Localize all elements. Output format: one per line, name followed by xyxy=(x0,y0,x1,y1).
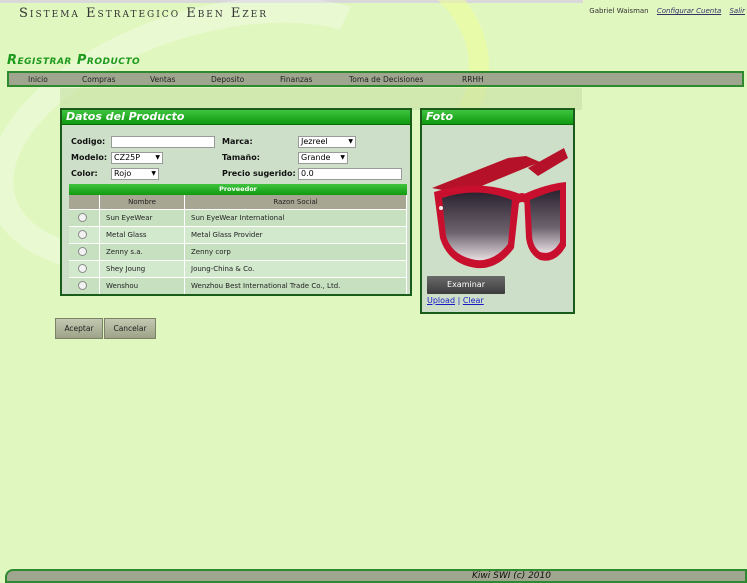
product-photo xyxy=(432,148,568,269)
cell-razon-social: Wenzhou Best International Trade Co., Lt… xyxy=(184,277,407,294)
nav-item-inicio[interactable]: Inicio xyxy=(28,75,48,84)
proveedor-grid-title: Proveedor xyxy=(69,184,407,195)
color-select[interactable]: Rojo ▼ xyxy=(111,168,159,180)
table-row[interactable]: Zenny s.a. Zenny corp xyxy=(69,243,407,261)
modelo-value: CZ25P xyxy=(114,153,141,162)
tamano-select[interactable]: Grande ▼ xyxy=(298,152,348,164)
cancel-button[interactable]: Cancelar xyxy=(104,318,156,339)
column-header-nombre: Nombre xyxy=(99,195,185,210)
logout-link[interactable]: Salir xyxy=(729,7,745,15)
content-backdrop xyxy=(60,88,582,110)
color-label: Color: xyxy=(71,169,98,178)
row-radio-cell[interactable] xyxy=(69,243,100,261)
select-column-header xyxy=(69,195,100,210)
radio-button[interactable] xyxy=(78,212,87,222)
nav-item-ventas[interactable]: Ventas xyxy=(150,75,175,84)
cell-razon-social: Sun EyeWear International xyxy=(184,209,407,227)
row-radio-cell[interactable] xyxy=(69,226,100,244)
table-row[interactable]: Sun EyeWear Sun EyeWear International xyxy=(69,209,407,227)
marca-select[interactable]: Jezreel ▼ xyxy=(298,136,356,148)
precio-input[interactable]: 0.0 xyxy=(298,168,402,180)
accept-button[interactable]: Aceptar xyxy=(55,318,103,339)
main-nav: Inicio Compras Ventas Deposito Finanzas … xyxy=(7,71,744,87)
table-row[interactable]: Shey Joung Joung-China & Co. xyxy=(69,260,407,278)
table-row[interactable]: Metal Glass Metal Glass Provider xyxy=(69,226,407,244)
examinar-button[interactable]: Examinar xyxy=(427,276,505,294)
row-radio-cell[interactable] xyxy=(69,260,100,278)
chevron-down-icon: ▼ xyxy=(348,138,353,145)
table-row[interactable]: Wenshou Wenzhou Best International Trade… xyxy=(69,277,407,294)
nav-item-rrhh[interactable]: RRHH xyxy=(462,75,484,84)
upload-link[interactable]: Upload xyxy=(427,296,455,305)
nav-item-toma-decisiones[interactable]: Toma de Decisiones xyxy=(349,75,423,84)
table-header-row: Nombre Razon Social xyxy=(69,195,407,210)
marca-value: Jezreel xyxy=(301,137,328,146)
product-panel-title: Datos del Producto xyxy=(62,110,410,125)
row-radio-cell[interactable] xyxy=(69,277,100,294)
cell-nombre: Metal Glass xyxy=(99,226,185,244)
app-title: Sistema Estrategico Eben Ezer xyxy=(19,6,268,21)
foto-panel: Foto Examinar Upload | Clear xyxy=(420,108,575,314)
tamano-value: Grande xyxy=(301,153,331,162)
product-panel: Datos del Producto Codigo: Marca: Jezree… xyxy=(60,108,412,296)
cell-razon-social: Joung-China & Co. xyxy=(184,260,407,278)
marca-label: Marca: xyxy=(222,137,253,146)
radio-button[interactable] xyxy=(78,263,87,273)
modelo-select[interactable]: CZ25P ▼ xyxy=(111,152,163,164)
proveedor-grid: Proveedor Nombre Razon Social Sun EyeWea… xyxy=(69,184,407,294)
link-separator: | xyxy=(457,296,461,305)
cell-razon-social: Zenny corp xyxy=(184,243,407,261)
chevron-down-icon: ▼ xyxy=(151,170,156,177)
tamano-label: Tamaño: xyxy=(222,153,260,162)
user-name: Gabriel Waisman xyxy=(589,7,649,15)
cell-nombre: Zenny s.a. xyxy=(99,243,185,261)
radio-button[interactable] xyxy=(78,246,87,256)
codigo-label: Codigo: xyxy=(71,137,106,146)
clear-link[interactable]: Clear xyxy=(463,296,484,305)
nav-item-compras[interactable]: Compras xyxy=(82,75,115,84)
codigo-input[interactable] xyxy=(111,136,215,148)
cell-nombre: Shey Joung xyxy=(99,260,185,278)
radio-button[interactable] xyxy=(78,280,87,290)
footer-text: Kiwi SWI (c) 2010 xyxy=(472,571,551,581)
page-title: Registrar Producto xyxy=(7,53,141,68)
chevron-down-icon: ▼ xyxy=(340,154,345,161)
nav-item-finanzas[interactable]: Finanzas xyxy=(280,75,312,84)
cell-razon-social: Metal Glass Provider xyxy=(184,226,407,244)
row-radio-cell[interactable] xyxy=(69,209,100,227)
color-value: Rojo xyxy=(114,169,132,178)
proveedor-table: Nombre Razon Social Sun EyeWear Sun EyeW… xyxy=(69,195,407,294)
modelo-label: Modelo: xyxy=(71,153,108,162)
column-header-razon-social: Razon Social xyxy=(184,195,407,210)
nav-item-deposito[interactable]: Deposito xyxy=(211,75,244,84)
config-account-link[interactable]: Configurar Cuenta xyxy=(657,7,721,15)
chevron-down-icon: ▼ xyxy=(155,154,160,161)
cell-nombre: Sun EyeWear xyxy=(99,209,185,227)
foto-panel-title: Foto xyxy=(422,110,573,125)
user-bar: Gabriel Waisman Configurar Cuenta Salir xyxy=(589,7,745,15)
photo-links: Upload | Clear xyxy=(427,296,484,305)
precio-label: Precio sugerido: xyxy=(222,169,296,178)
cell-nombre: Wenshou xyxy=(99,277,185,294)
radio-button[interactable] xyxy=(78,229,87,239)
